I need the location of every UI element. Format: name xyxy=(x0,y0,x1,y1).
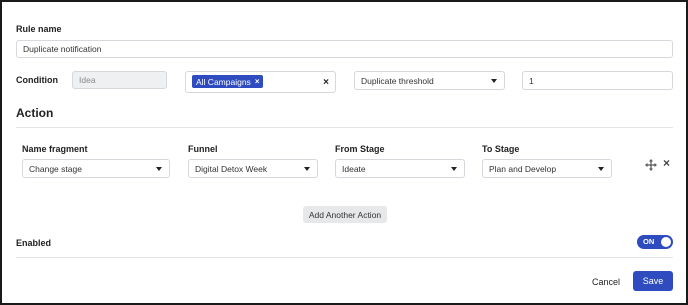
action-section-title: Action xyxy=(16,106,54,120)
remove-action-icon[interactable]: × xyxy=(663,156,670,170)
name-fragment-select[interactable]: Change stage xyxy=(22,159,170,178)
col-from-stage: From Stage xyxy=(335,144,385,154)
rule-name-input[interactable]: Duplicate notification xyxy=(16,40,673,58)
name-fragment-value: Change stage xyxy=(29,163,82,174)
toggle-knob xyxy=(661,237,671,247)
campaign-chip: All Campaigns × xyxy=(192,75,264,88)
divider xyxy=(16,257,673,258)
enabled-label: Enabled xyxy=(16,238,52,248)
save-button[interactable]: Save xyxy=(633,271,673,291)
rule-name-label: Rule name xyxy=(16,24,62,34)
enabled-toggle[interactable]: ON xyxy=(637,235,673,249)
rule-name-value: Duplicate notification xyxy=(23,44,102,54)
chevron-down-icon xyxy=(491,78,497,83)
condition-label: Condition xyxy=(16,75,58,85)
threshold-value: 1 xyxy=(529,75,534,86)
chevron-down-icon xyxy=(598,166,604,171)
threshold-value-input[interactable]: 1 xyxy=(522,71,673,90)
chip-remove-icon[interactable]: × xyxy=(255,77,260,86)
campaign-chip-label: All Campaigns xyxy=(196,76,251,87)
condition-type-value: Idea xyxy=(79,75,96,85)
funnel-select[interactable]: Digital Detox Week xyxy=(188,159,318,178)
chevron-down-icon xyxy=(451,166,457,171)
rule-editor-panel: Rule name Duplicate notification Conditi… xyxy=(0,0,688,305)
col-funnel: Funnel xyxy=(188,144,218,154)
col-to-stage: To Stage xyxy=(482,144,520,154)
funnel-value: Digital Detox Week xyxy=(195,163,268,174)
condition-type-field: Idea xyxy=(72,71,167,89)
toggle-state-text: ON xyxy=(643,237,655,246)
to-stage-select[interactable]: Plan and Develop xyxy=(482,159,612,178)
divider xyxy=(16,127,673,128)
threshold-select[interactable]: Duplicate threshold xyxy=(354,71,505,90)
clear-icon[interactable]: × xyxy=(323,77,329,88)
from-stage-select[interactable]: Ideate xyxy=(335,159,465,178)
col-name-fragment: Name fragment xyxy=(22,144,88,154)
cancel-button[interactable]: Cancel xyxy=(592,277,620,287)
threshold-select-value: Duplicate threshold xyxy=(361,75,434,86)
chevron-down-icon xyxy=(156,166,162,171)
chevron-down-icon xyxy=(304,166,310,171)
to-stage-value: Plan and Develop xyxy=(489,163,557,174)
from-stage-value: Ideate xyxy=(342,163,366,174)
campaign-multiselect[interactable]: All Campaigns × × xyxy=(185,71,336,93)
add-another-action-button[interactable]: Add Another Action xyxy=(303,206,387,223)
move-icon[interactable] xyxy=(645,159,657,171)
